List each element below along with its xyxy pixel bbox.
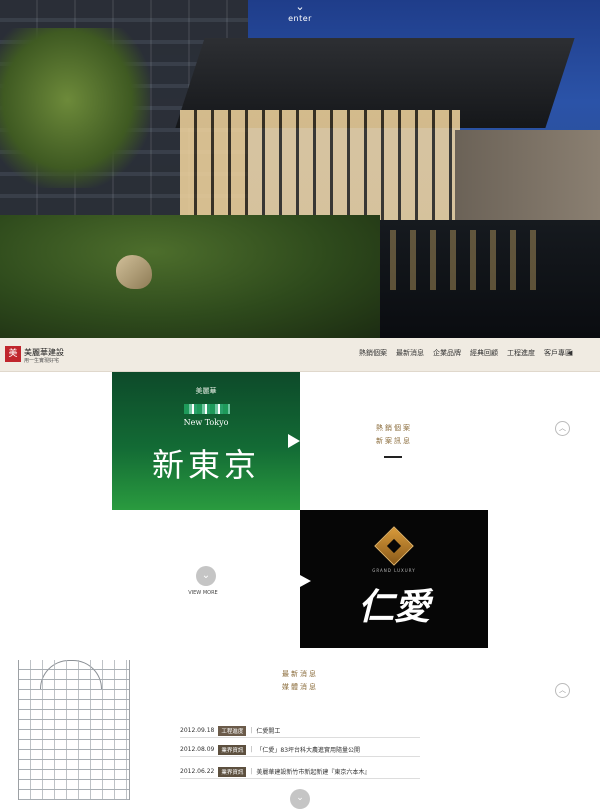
news-category-badge: 工程進度 — [218, 725, 247, 736]
hero-tree — [0, 28, 150, 188]
tile-pointer-arrow — [300, 575, 311, 587]
view-more-label: VIEW MORE — [188, 590, 218, 596]
news-row[interactable]: 2012.06.22 業界資訊 | 美麗華建設新竹市新起新建『東京六本木』 — [180, 765, 420, 779]
news-separator: | — [250, 746, 253, 753]
news-heading-media[interactable]: 媒體消息 — [260, 681, 340, 694]
building-sketch-illustration — [18, 660, 130, 800]
nav-item-brand[interactable]: 企業品牌 — [433, 348, 461, 358]
news-date: 2012.08.09 — [180, 746, 215, 753]
project-tile-new-tokyo[interactable]: 美麗華 New Tokyo 新東京 — [112, 372, 300, 510]
scroll-up-icon[interactable]: ︿ — [555, 683, 570, 698]
news-row[interactable]: 2012.08.09 業界資訊 | 「仁愛」83坪台科大農進實用隨量公開 — [180, 743, 420, 757]
featured-line-2[interactable]: 新案訊息 — [300, 435, 488, 448]
new-tokyo-pixel-logo — [184, 404, 230, 414]
grand-luxury-english: GRAND LUXURY — [372, 568, 416, 573]
chevron-down-icon: ⌄ — [295, 0, 305, 13]
tile-pointer-arrow — [288, 434, 300, 448]
news-heading-latest[interactable]: 最新消息 — [260, 668, 340, 681]
new-tokyo-brand: 美麗華 — [195, 387, 217, 395]
nav-item-latest-news[interactable]: 最新消息 — [396, 348, 424, 358]
chevron-down-icon: ⌄ — [196, 566, 216, 586]
news-title: 美麗華建設新竹市新起新建『東京六本木』 — [256, 769, 371, 776]
more-news-chevron-icon[interactable]: ⌄ — [290, 789, 310, 809]
news-title: 仁愛開工 — [256, 728, 281, 735]
news-separator: | — [250, 727, 253, 734]
featured-divider — [384, 456, 402, 458]
new-tokyo-title: 新東京 — [151, 446, 260, 484]
nav-item-classics[interactable]: 經典回顧 — [470, 348, 498, 358]
project-tile-renai[interactable]: GRAND LUXURY 仁愛 — [300, 510, 488, 648]
brand-tagline: 用一生實現好宅 — [24, 358, 60, 364]
featured-line-1[interactable]: 熱銷個案 — [300, 422, 488, 435]
nav-item-progress[interactable]: 工程進度 — [507, 348, 535, 358]
hero-rock — [116, 255, 152, 289]
news-date: 2012.06.22 — [180, 768, 215, 775]
scroll-up-icon[interactable]: ︿ — [555, 421, 570, 436]
news-title: 「仁愛」83坪台科大農進實用隨量公開 — [256, 747, 361, 754]
hero-pavilion-glass — [180, 110, 460, 230]
nav-menu: 熱銷個案 最新消息 企業品牌 經典回顧 工程進度 客戶專區 — [359, 348, 572, 358]
brand-logo-icon[interactable]: 美 — [5, 346, 21, 362]
news-date: 2012.09.18 — [180, 727, 215, 734]
enter-button[interactable]: ⌄ enter — [250, 0, 350, 30]
hero-banner — [0, 0, 600, 338]
news-category-badge: 業界資訊 — [218, 744, 247, 755]
hero-lawn — [0, 215, 380, 338]
enter-label: enter — [288, 14, 312, 23]
grand-luxury-emblem-icon — [374, 526, 414, 566]
news-category-badge: 業界資訊 — [218, 766, 247, 777]
sound-toggle-icon[interactable]: ◀ — [567, 349, 572, 357]
view-more-button[interactable]: ⌄ VIEW MORE — [188, 566, 219, 596]
renai-title: 仁愛 — [357, 586, 430, 628]
featured-heading: 熱銷個案 新案訊息 — [300, 422, 488, 448]
news-separator: | — [250, 768, 253, 775]
nav-item-hot-projects[interactable]: 熱銷個案 — [359, 348, 387, 358]
news-heading: 最新消息 媒體消息 — [260, 668, 340, 694]
news-row[interactable]: 2012.09.18 工程進度 | 仁愛開工 — [180, 724, 420, 738]
new-tokyo-english: New Tokyo — [183, 418, 229, 427]
